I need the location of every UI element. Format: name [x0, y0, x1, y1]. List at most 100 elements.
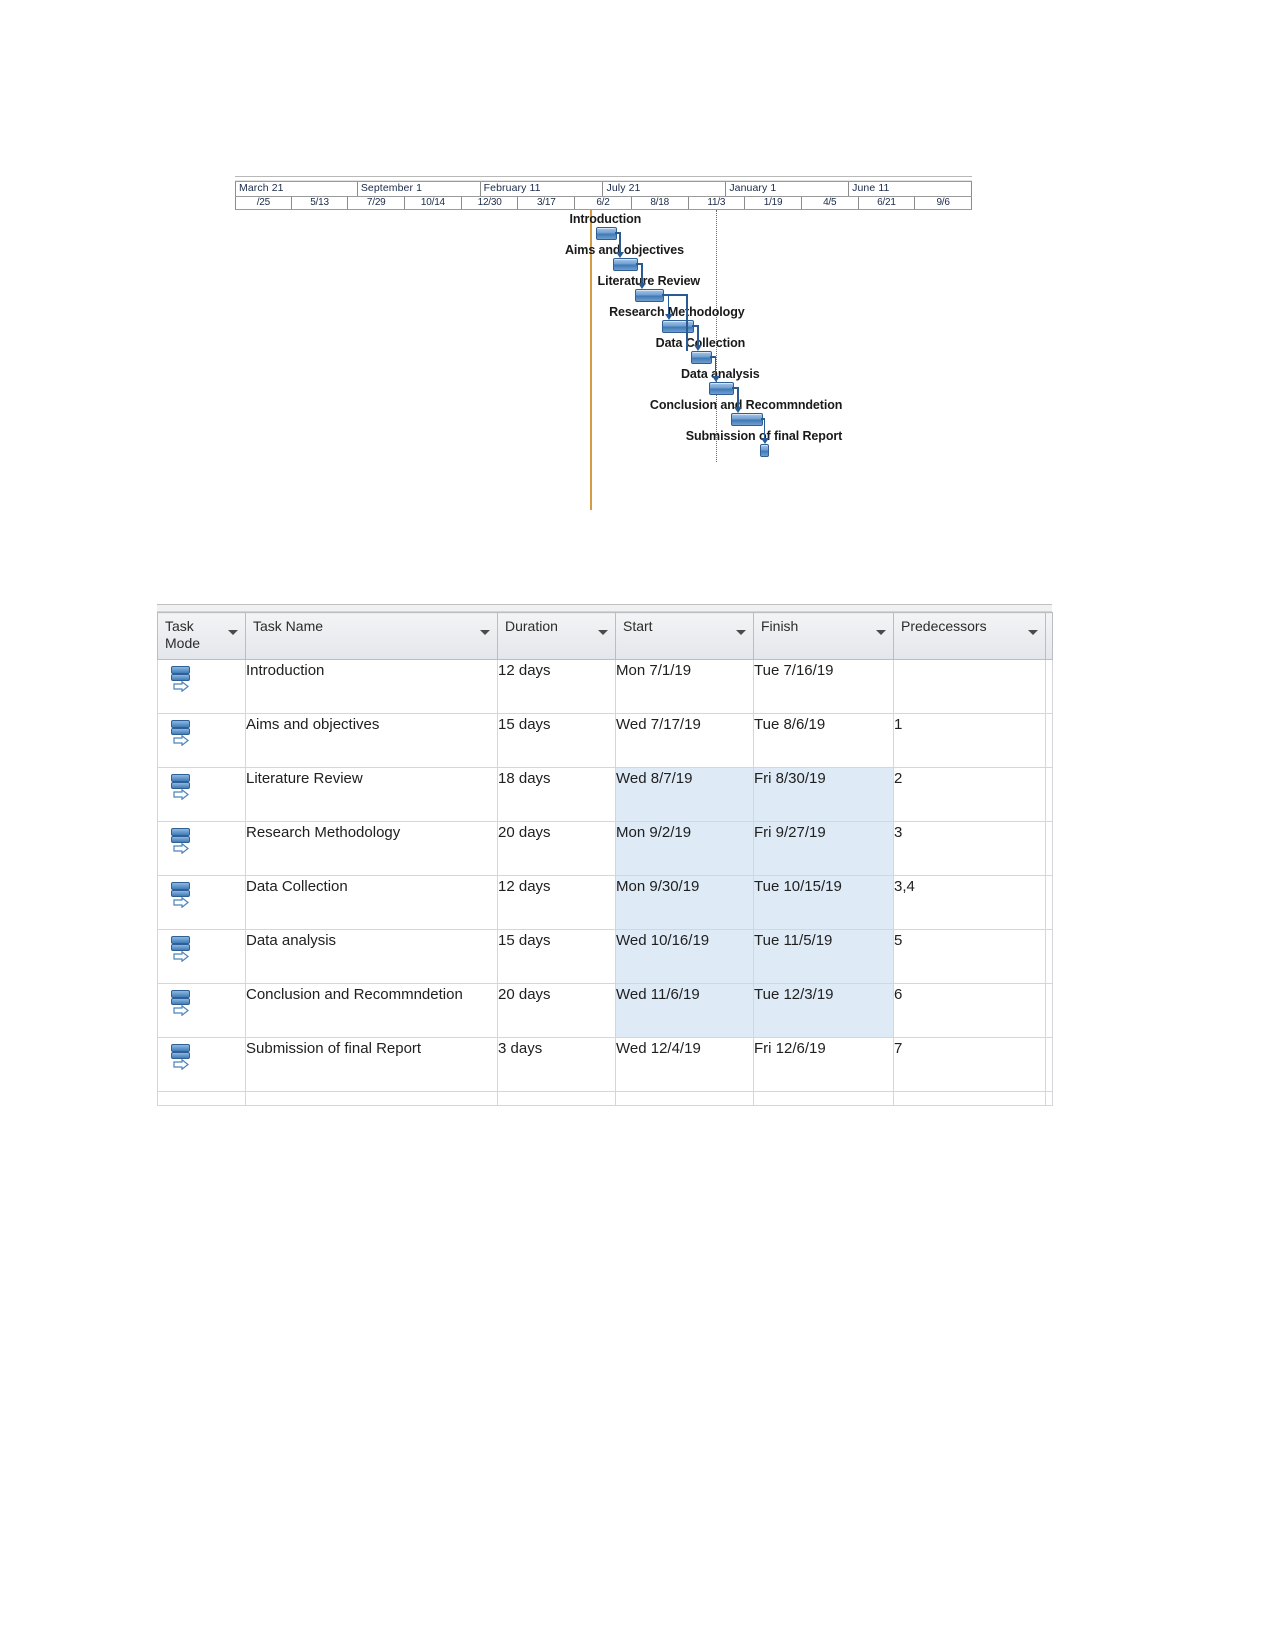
- task-mode-cell[interactable]: [157, 767, 246, 822]
- cell-name[interactable]: Data analysis: [245, 929, 498, 984]
- column-header-mode[interactable]: Task Mode: [157, 612, 246, 660]
- task-mode-cell[interactable]: [157, 875, 246, 930]
- cell-pred[interactable]: [893, 659, 1046, 714]
- cell-name[interactable]: Submission of final Report: [245, 1037, 498, 1092]
- gantt-task-label: Literature Review: [597, 274, 701, 288]
- cell-start[interactable]: Wed 12/4/19: [615, 1037, 754, 1092]
- table-row[interactable]: Introduction 12 days Mon 7/1/19 Tue 7/16/19: [157, 659, 1053, 714]
- cell-pred[interactable]: 3,4: [893, 875, 1046, 930]
- cell-name[interactable]: Literature Review: [245, 767, 498, 822]
- cell-duration[interactable]: 3 days: [497, 1037, 616, 1092]
- cell-start[interactable]: Wed 7/17/19: [615, 713, 754, 768]
- cell-pred[interactable]: 1: [893, 713, 1046, 768]
- table-row[interactable]: Data analysis 15 days Wed 10/16/19 Tue 11/5…: [157, 929, 1053, 984]
- cell-pred[interactable]: 3: [893, 821, 1046, 876]
- table-row[interactable]: Data Collection 12 days Mon 9/30/19 Tue 10/…: [157, 875, 1053, 930]
- chevron-down-icon[interactable]: [736, 630, 746, 635]
- task-mode-cell[interactable]: [157, 1037, 246, 1092]
- table-row[interactable]: Research Methodology 20 days Mon 9/2/19 Fri…: [157, 821, 1053, 876]
- cell-finish[interactable]: Tue 10/15/19: [753, 875, 894, 930]
- cell-duration[interactable]: 12 days: [497, 659, 616, 714]
- chevron-down-icon[interactable]: [480, 630, 490, 635]
- gantt-task-row: Conclusion and Recommndetion: [235, 398, 972, 429]
- gantt-task-row: Data Collection: [235, 336, 972, 367]
- cell-start[interactable]: Mon 9/2/19: [615, 821, 754, 876]
- cell-duration[interactable]: 12 days: [497, 875, 616, 930]
- cell-duration[interactable]: 20 days: [497, 983, 616, 1038]
- cell-start[interactable]: Wed 8/7/19: [615, 767, 754, 822]
- gantt-task-bar[interactable]: [708, 382, 734, 395]
- empty-cell: [1045, 1091, 1053, 1106]
- column-header-start[interactable]: Start: [615, 612, 754, 660]
- sheet-top-divider: [157, 604, 1052, 612]
- table-row[interactable]: Literature Review 18 days Wed 8/7/19 Fri 8/…: [157, 767, 1053, 822]
- cell-name[interactable]: Aims and objectives: [245, 713, 498, 768]
- cell-duration[interactable]: 18 days: [497, 767, 616, 822]
- cell-pred[interactable]: 7: [893, 1037, 1046, 1092]
- gantt-task-bar[interactable]: [613, 258, 638, 271]
- row-spacer-cell: [1045, 929, 1053, 984]
- cell-start[interactable]: Wed 11/6/19: [615, 983, 754, 1038]
- cell-finish[interactable]: Tue 11/5/19: [753, 929, 894, 984]
- task-mode-cell[interactable]: [157, 983, 246, 1038]
- cell-start[interactable]: Wed 10/16/19: [615, 929, 754, 984]
- column-header-name[interactable]: Task Name: [245, 612, 498, 660]
- cell-finish[interactable]: Tue 8/6/19: [753, 713, 894, 768]
- cell-finish[interactable]: Tue 7/16/19: [753, 659, 894, 714]
- cell-pred[interactable]: 5: [893, 929, 1046, 984]
- auto-schedule-icon: [171, 882, 193, 908]
- column-header-duration[interactable]: Duration: [497, 612, 616, 660]
- task-mode-cell[interactable]: [157, 659, 246, 714]
- gantt-link-arrow-icon: [760, 438, 769, 444]
- table-row[interactable]: Conclusion and Recommndetion 20 days Wed 1…: [157, 983, 1053, 1038]
- table-row[interactable]: Aims and objectives 15 days Wed 7/17/19 Tue…: [157, 713, 1053, 768]
- cell-finish[interactable]: Fri 12/6/19: [753, 1037, 894, 1092]
- cell-finish[interactable]: Fri 8/30/19: [753, 767, 894, 822]
- cell-pred[interactable]: 2: [893, 767, 1046, 822]
- gantt-task-bar[interactable]: [661, 320, 694, 333]
- timeline-minor-tick: 5/13: [292, 197, 349, 209]
- cell-name[interactable]: Conclusion and Recommndetion: [245, 983, 498, 1038]
- cell-duration[interactable]: 15 days: [497, 929, 616, 984]
- empty-cell: [497, 1091, 616, 1106]
- chevron-down-icon[interactable]: [1028, 630, 1038, 635]
- cell-start[interactable]: Mon 7/1/19: [615, 659, 754, 714]
- chevron-down-icon[interactable]: [598, 630, 608, 635]
- timeline-minor-tick: /25: [235, 197, 292, 209]
- task-mode-cell[interactable]: [157, 713, 246, 768]
- timeline-minor-tick: 1/19: [745, 197, 802, 209]
- gantt-task-bar[interactable]: [596, 227, 617, 240]
- column-header-finish[interactable]: Finish: [753, 612, 894, 660]
- gantt-link-vertical: [619, 232, 621, 253]
- gantt-link-vertical: [714, 356, 717, 377]
- cell-finish[interactable]: Fri 9/27/19: [753, 821, 894, 876]
- cell-finish[interactable]: Tue 12/3/19: [753, 983, 894, 1038]
- gantt-task-bar[interactable]: [760, 444, 770, 457]
- cell-name[interactable]: Research Methodology: [245, 821, 498, 876]
- timeline-major-row: March 21 September 1 February 11 July 21 Jan…: [235, 181, 972, 197]
- empty-cell: [893, 1091, 1046, 1106]
- cell-start[interactable]: Mon 9/30/19: [615, 875, 754, 930]
- task-mode-cell[interactable]: [157, 821, 246, 876]
- gantt-task-bar[interactable]: [635, 289, 665, 302]
- timeline-minor-tick: 11/3: [689, 197, 746, 209]
- timeline-minor-tick: 9/6: [915, 197, 972, 209]
- gantt-task-label: Aims and objectives: [565, 243, 684, 257]
- table-row[interactable]: Submission of final Report 3 days Wed 12/4…: [157, 1037, 1053, 1092]
- cell-name[interactable]: Introduction: [245, 659, 498, 714]
- gantt-task-bar[interactable]: [691, 351, 712, 364]
- arrow-right-outline-icon: [173, 735, 189, 746]
- chevron-down-icon[interactable]: [228, 630, 238, 635]
- cell-duration[interactable]: 20 days: [497, 821, 616, 876]
- column-header-pred[interactable]: Predecessors: [893, 612, 1046, 660]
- timeline-minor-tick: 4/5: [802, 197, 859, 209]
- gantt-task-bar[interactable]: [731, 413, 764, 426]
- task-mode-cell[interactable]: [157, 929, 246, 984]
- cell-name[interactable]: Data Collection: [245, 875, 498, 930]
- chevron-down-icon[interactable]: [876, 630, 886, 635]
- gantt-chart: March 21 September 1 February 11 July 21 Jan…: [235, 176, 972, 510]
- cell-pred[interactable]: 6: [893, 983, 1046, 1038]
- arrow-right-outline-icon: [173, 1005, 189, 1016]
- cell-duration[interactable]: 15 days: [497, 713, 616, 768]
- empty-cell: [753, 1091, 894, 1106]
